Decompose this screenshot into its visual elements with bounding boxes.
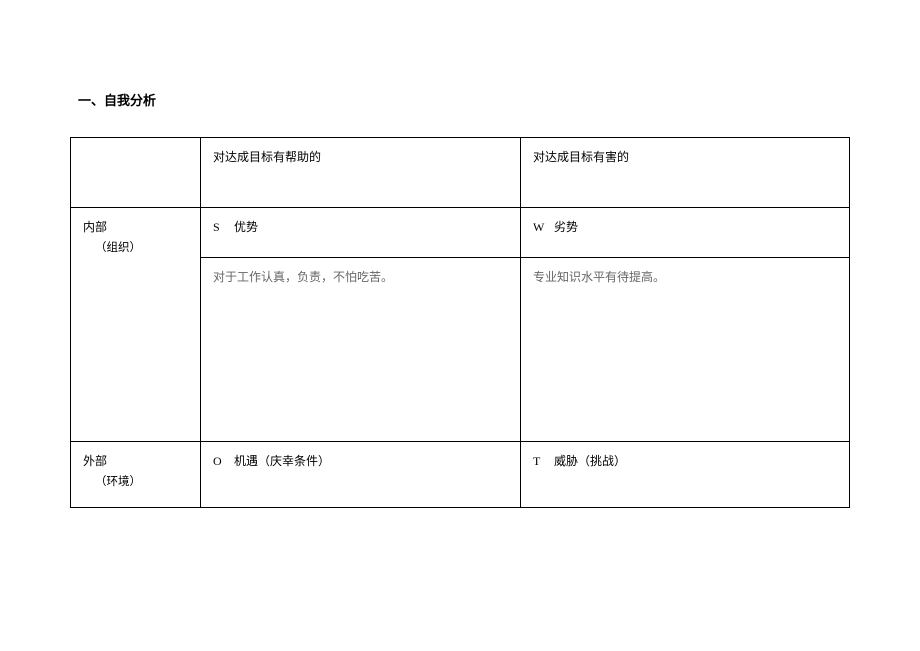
header-helpful: 对达成目标有帮助的 bbox=[201, 138, 521, 208]
s-label: 优势 bbox=[234, 220, 258, 234]
external-label-row: 外部 （环境） O 机遇（庆幸条件） T 威胁（挑战） bbox=[71, 442, 850, 508]
internal-row-label: 内部 （组织） bbox=[71, 208, 201, 442]
strengths-content: 对于工作认真，负责，不怕吃苦。 bbox=[201, 258, 521, 442]
weaknesses-content: 专业知识水平有待提高。 bbox=[521, 258, 850, 442]
external-sub-label: （环境） bbox=[95, 473, 188, 491]
w-label: 劣势 bbox=[554, 220, 578, 234]
t-letter: T bbox=[533, 452, 551, 471]
swot-table: 对达成目标有帮助的 对达成目标有害的 内部 （组织） S 优势 W 劣势 对于工… bbox=[70, 137, 850, 508]
w-letter: W bbox=[533, 218, 551, 237]
section-title: 一、自我分析 bbox=[78, 90, 850, 109]
strengths-header: S 优势 bbox=[201, 208, 521, 258]
external-main-label: 外部 bbox=[83, 452, 188, 471]
t-label: 威胁（挑战） bbox=[554, 454, 626, 468]
table-header-row: 对达成目标有帮助的 对达成目标有害的 bbox=[71, 138, 850, 208]
o-label: 机遇（庆幸条件） bbox=[234, 454, 330, 468]
o-letter: O bbox=[213, 452, 231, 471]
s-letter: S bbox=[213, 218, 231, 237]
document-page: 一、自我分析 对达成目标有帮助的 对达成目标有害的 内部 （组织） S 优势 W… bbox=[0, 0, 920, 508]
threats-header: T 威胁（挑战） bbox=[521, 442, 850, 508]
external-row-label: 外部 （环境） bbox=[71, 442, 201, 508]
internal-main-label: 内部 bbox=[83, 218, 188, 237]
header-blank bbox=[71, 138, 201, 208]
internal-sub-label: （组织） bbox=[95, 239, 188, 257]
weaknesses-header: W 劣势 bbox=[521, 208, 850, 258]
opportunities-header: O 机遇（庆幸条件） bbox=[201, 442, 521, 508]
internal-label-row: 内部 （组织） S 优势 W 劣势 bbox=[71, 208, 850, 258]
header-harmful: 对达成目标有害的 bbox=[521, 138, 850, 208]
